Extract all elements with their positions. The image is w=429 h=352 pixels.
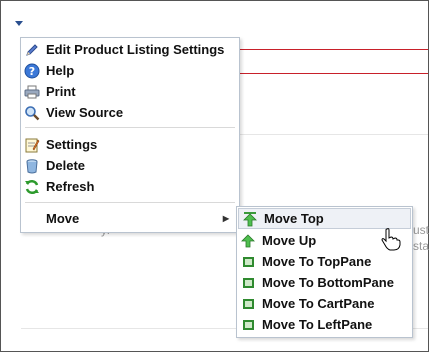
submenu-item-move-to-cartpane[interactable]: Move To CartPane bbox=[237, 293, 412, 314]
refresh-icon bbox=[24, 179, 40, 195]
menu-item-delete[interactable]: Delete bbox=[21, 155, 239, 176]
submenu-item-move-top[interactable]: Move Top bbox=[238, 208, 411, 229]
submenu-item-move-to-leftpane[interactable]: Move To LeftPane bbox=[237, 314, 412, 335]
menu-item-label: Settings bbox=[46, 137, 98, 152]
menu-item-label: View Source bbox=[46, 105, 124, 120]
submenu-item-label: Move Up bbox=[262, 233, 317, 248]
move-submenu: Move Top Move Up Move To TopPane Move To… bbox=[236, 206, 413, 338]
divider-line bbox=[236, 134, 428, 135]
help-icon: ? bbox=[24, 63, 40, 79]
submenu-item-label: Move To LeftPane bbox=[262, 317, 373, 332]
magnifier-icon bbox=[24, 105, 40, 121]
divider-line bbox=[236, 73, 428, 74]
blank-icon bbox=[24, 211, 40, 227]
submenu-item-move-to-toppane[interactable]: Move To TopPane bbox=[237, 251, 412, 272]
submenu-item-move-to-bottompane[interactable]: Move To BottomPane bbox=[237, 272, 412, 293]
menu-item-label: Refresh bbox=[46, 179, 95, 194]
submenu-arrow-icon: ▶ bbox=[222, 214, 229, 223]
menu-item-label: Print bbox=[46, 84, 76, 99]
menu-item-move[interactable]: Move ▶ bbox=[21, 208, 239, 229]
menu-item-label: Move bbox=[46, 211, 80, 226]
settings-notepad-icon bbox=[24, 137, 40, 153]
trash-icon bbox=[24, 158, 40, 174]
menu-item-label: Edit Product Listing Settings bbox=[46, 42, 225, 57]
background-text: ustu bbox=[413, 223, 429, 237]
menu-separator bbox=[25, 127, 235, 128]
arrow-up-icon bbox=[242, 211, 258, 227]
pane-icon bbox=[240, 275, 256, 291]
hand-cursor-icon bbox=[381, 227, 401, 251]
arrow-up-icon bbox=[240, 233, 256, 249]
pencil-icon bbox=[24, 42, 40, 58]
menu-separator bbox=[25, 202, 235, 203]
pane-icon bbox=[240, 296, 256, 312]
submenu-item-label: Move Top bbox=[264, 211, 324, 226]
menu-item-settings[interactable]: Settings bbox=[21, 134, 239, 155]
menu-item-print[interactable]: Print bbox=[21, 81, 239, 102]
menu-item-label: Delete bbox=[46, 158, 86, 173]
pane-icon bbox=[240, 254, 256, 270]
background-text: sta bbox=[413, 239, 429, 253]
menu-item-help[interactable]: ? Help bbox=[21, 60, 239, 81]
svg-text:?: ? bbox=[29, 65, 35, 78]
menu-item-view-source[interactable]: View Source bbox=[21, 102, 239, 123]
submenu-item-label: Move To TopPane bbox=[262, 254, 372, 269]
menu-item-label: Help bbox=[46, 63, 75, 78]
dropdown-caret-icon[interactable] bbox=[15, 21, 23, 26]
printer-icon bbox=[24, 84, 40, 100]
pane-icon bbox=[240, 317, 256, 333]
submenu-item-label: Move To CartPane bbox=[262, 296, 375, 311]
divider-line bbox=[236, 49, 428, 50]
menu-item-refresh[interactable]: Refresh bbox=[21, 176, 239, 197]
page-frame: l ustu sta yi Edit Product Listing Setti… bbox=[0, 0, 429, 352]
submenu-item-label: Move To BottomPane bbox=[262, 275, 394, 290]
menu-item-edit-settings[interactable]: Edit Product Listing Settings bbox=[21, 39, 239, 60]
context-menu: Edit Product Listing Settings ? Help Pri… bbox=[20, 37, 240, 233]
